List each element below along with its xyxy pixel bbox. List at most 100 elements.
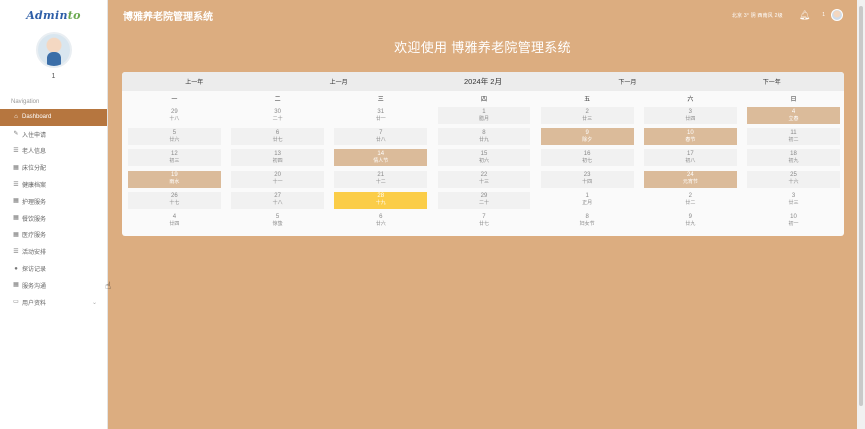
sidebar-item-label: 服务沟通 [22, 283, 47, 290]
brand-logo[interactable]: Admin to [0, 0, 107, 30]
calendar-day[interactable]: 30 二十 [231, 107, 324, 124]
calendar-day[interactable]: 18 初九 [747, 149, 840, 167]
day-number: 13 [274, 150, 281, 157]
lunar-label: 廿九 [478, 136, 489, 143]
sidebar-item-10[interactable]: ▦ 服务沟通 [0, 277, 107, 294]
lunar-label: 立春 [788, 115, 799, 122]
lunar-label: 十八 [272, 200, 283, 207]
lunar-label: 雨水 [169, 179, 180, 186]
calendar-day[interactable]: 21 十二 [334, 170, 428, 188]
sidebar-item-label: 床位分配 [22, 166, 47, 173]
calendar-day[interactable]: 22 十三 [437, 170, 531, 188]
calendar-day[interactable]: 13 初四 [231, 149, 324, 167]
welcome-heading: 欢迎使用 博雅养老院管理系统 [394, 40, 571, 55]
calendar-day-today[interactable]: 28 十九 [334, 191, 428, 209]
page-scrollbar[interactable] [857, 0, 865, 429]
next-month-button[interactable]: 下一月 [555, 77, 699, 86]
calendar-day[interactable]: 27 十八 [231, 191, 324, 209]
sidebar-item-7[interactable]: ▦ 医疗服务 [0, 227, 107, 244]
weather-info: 北京 3° 阴 西南风 2级 [731, 12, 783, 19]
sidebar-item-label: 探访记录 [22, 267, 47, 274]
weekday-header: 二 [274, 97, 281, 103]
lunar-label: 妇女节 [579, 221, 595, 228]
calendar-day[interactable]: 7 廿七 [438, 213, 531, 230]
grid-icon: ▦ [13, 198, 19, 205]
next-year-button[interactable]: 下一年 [700, 77, 844, 86]
calendar-day[interactable]: 1 腊月 [437, 107, 531, 124]
sidebar-item-0[interactable]: ⌂ Dashboard [0, 109, 107, 126]
sidebar-item-9[interactable]: ● 探访记录 [0, 260, 107, 277]
calendar-day[interactable]: 5 廿六 [128, 128, 221, 146]
calendar-day[interactable]: 7 廿八 [334, 128, 428, 146]
grid-icon: ▦ [13, 164, 19, 171]
calendar-day[interactable]: 9 廿九 [644, 213, 737, 230]
calendar-day[interactable]: 29 十八 [128, 107, 221, 124]
calendar-day[interactable]: 23 十四 [540, 170, 634, 188]
lunar-label: 廿二 [685, 200, 696, 207]
calendar-day[interactable]: 20 十一 [231, 170, 324, 188]
sidebar-item-4[interactable]: ☰ 健康档案 [0, 176, 107, 193]
calendar-day[interactable]: 8 妇女节 [541, 213, 634, 230]
calendar-day[interactable]: 15 初六 [437, 149, 531, 167]
mouse-cursor-icon: ☝ [105, 281, 112, 292]
lunar-label: 春节 [685, 136, 696, 143]
calendar-day[interactable]: 12 初三 [128, 149, 221, 167]
calendar-day[interactable]: 5 惊蛰 [231, 213, 324, 230]
calendar-day[interactable]: 26 十七 [128, 191, 221, 209]
calendar-day[interactable]: 19 雨水 [128, 170, 221, 188]
calendar-day[interactable]: 8 廿九 [437, 128, 531, 146]
day-number: 23 [583, 172, 591, 179]
calendar-day[interactable]: 25 十六 [747, 170, 840, 188]
calendar-day[interactable]: 11 初二 [747, 128, 840, 146]
lunar-label: 初八 [685, 157, 696, 164]
calendar-day[interactable]: 17 初八 [643, 149, 737, 167]
sidebar-item-8[interactable]: ☰ 活动安排 [0, 243, 107, 260]
calendar-day[interactable]: 3 廿四 [643, 107, 737, 124]
lunar-label: 初四 [272, 157, 283, 164]
day-number: 21 [377, 172, 385, 179]
grid-icon: ▦ [13, 231, 19, 238]
calendar-day[interactable]: 10 初一 [747, 213, 840, 230]
sidebar-item-2[interactable]: ☰ 老人信息 [0, 143, 107, 160]
calendar-day[interactable]: 16 初七 [540, 149, 634, 167]
calendar-day[interactable]: 31 廿一 [334, 107, 427, 124]
top-right-tools: 北京 3° 阴 西南风 2级 🔔︎ 1 [732, 9, 843, 21]
user-avatar[interactable] [35, 32, 72, 68]
sidebar-item-11[interactable]: ▭ 用户资料 ⌄ [0, 294, 107, 311]
calendar-day[interactable]: 4 廿四 [128, 213, 221, 230]
sidebar-item-1[interactable]: ✎ 入住申请 [0, 126, 107, 143]
calendar: 上一年 上一月 2024年 2月 下一月 下一年 一二三四五六日 29 十八 30 二十… [122, 72, 844, 236]
bell-icon[interactable]: 🔔︎ [799, 10, 810, 21]
calendar-day[interactable]: 2 廿二 [644, 192, 737, 209]
calendar-day[interactable]: 1 正月 [541, 192, 634, 209]
calendar-day[interactable]: 3 廿三 [747, 192, 840, 209]
header-user-name[interactable]: 1 [822, 12, 825, 18]
lunar-label: 十九 [375, 200, 386, 207]
calendar-day[interactable]: 2 廿三 [540, 107, 634, 124]
sidebar-item-6[interactable]: ▦ 餐饮服务 [0, 210, 107, 227]
prev-month-button[interactable]: 上一月 [266, 77, 410, 86]
lunar-label: 初二 [788, 136, 799, 143]
sidebar-item-label: Dashboard [22, 114, 52, 121]
calendar-day[interactable]: 14 情人节 [334, 149, 428, 167]
calendar-day[interactable]: 6 廿六 [334, 213, 427, 230]
day-number: 8 [482, 129, 486, 136]
sidebar-item-label: 入住申请 [22, 132, 47, 139]
weekday-header: 一 [171, 97, 178, 103]
calendar-day[interactable]: 10 春节 [643, 128, 737, 146]
calendar-day[interactable]: 6 廿七 [231, 128, 324, 146]
day-number: 9 [585, 129, 589, 136]
calendar-day[interactable]: 24 元宵节 [643, 170, 737, 188]
calendar-day[interactable]: 4 立春 [747, 107, 840, 124]
prev-year-button[interactable]: 上一年 [122, 77, 266, 86]
lunar-label: 廿六 [169, 136, 180, 143]
sidebar-item-5[interactable]: ▦ 护理服务 [0, 193, 107, 210]
weekday-header: 日 [790, 97, 797, 103]
calendar-day[interactable]: 9 除夕 [540, 128, 634, 146]
calendar-day[interactable]: 29 二十 [437, 191, 531, 209]
header-avatar[interactable] [831, 9, 843, 21]
lunar-label: 十六 [788, 179, 799, 186]
sidebar-item-3[interactable]: ▦ 床位分配 [0, 159, 107, 176]
scrollbar-thumb[interactable] [859, 6, 863, 406]
day-number: 20 [274, 172, 281, 179]
